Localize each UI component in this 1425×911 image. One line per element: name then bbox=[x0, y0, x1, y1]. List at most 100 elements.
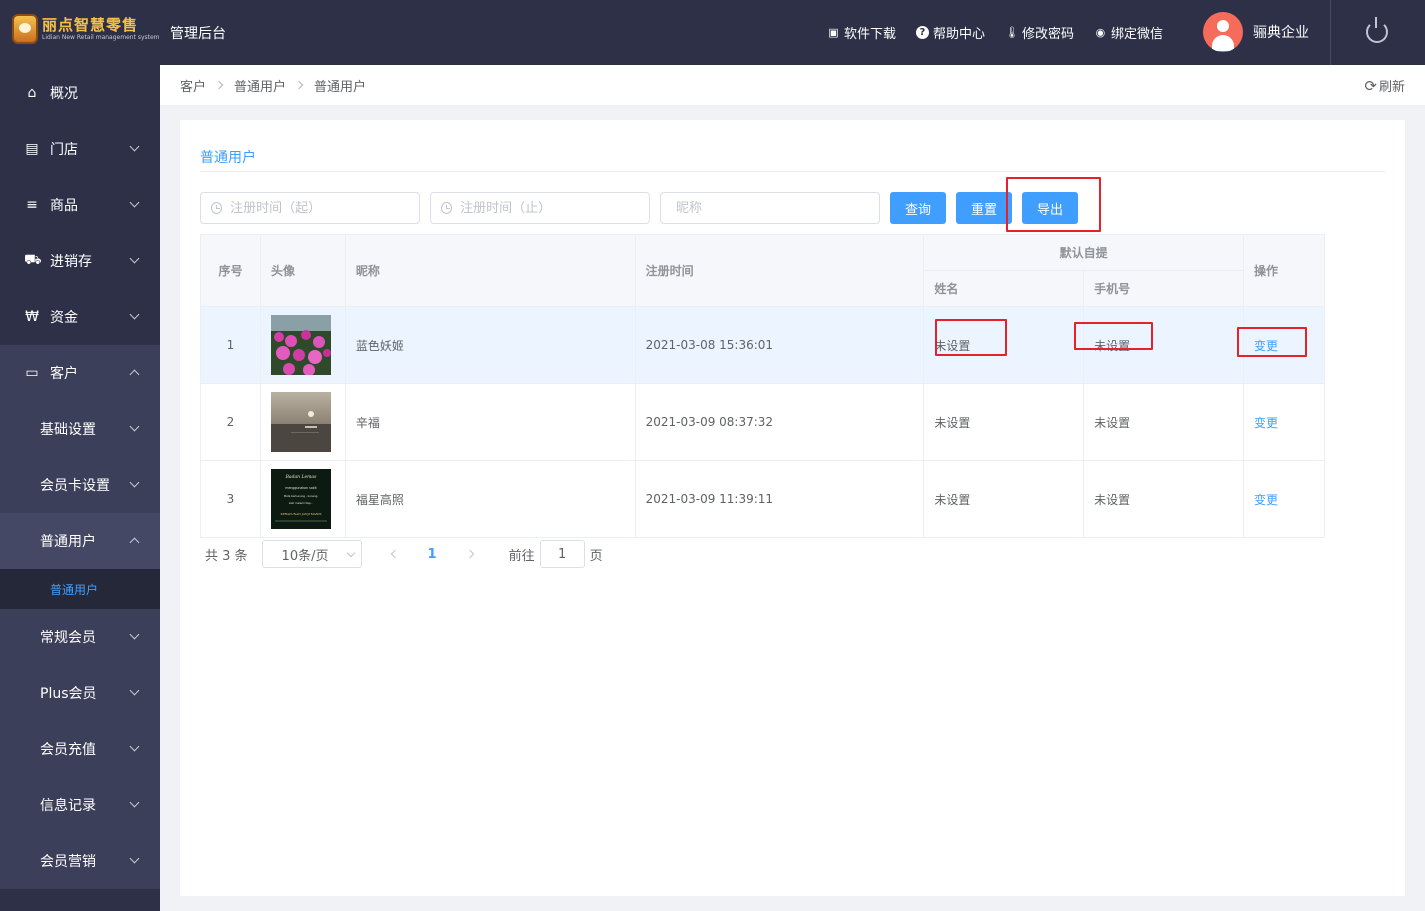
column-header-avatar: 头像 bbox=[259, 234, 346, 307]
sidebar-item-basic-settings[interactable]: 基础设置 bbox=[0, 401, 160, 457]
chevron-down-icon bbox=[129, 853, 140, 864]
breadcrumb-item: 普通用户 bbox=[314, 79, 367, 95]
nickname-input[interactable] bbox=[676, 200, 879, 216]
sidebar-item-regular-users-leaf[interactable]: 普通用户 bbox=[0, 569, 160, 609]
nickname-field[interactable] bbox=[660, 192, 880, 224]
nickname-cell: 福星高照 bbox=[344, 460, 636, 538]
column-header-default-pickup: 默认自提 bbox=[923, 234, 1245, 271]
chevron-down-icon bbox=[129, 477, 140, 488]
page-size-select[interactable]: 10条/页 bbox=[261, 540, 362, 568]
goto-label: 前往 bbox=[508, 548, 535, 564]
sidebar: ⌂ 概况 ▤ 门店 ≡ 商品 ⛟ 进销存 ₩ 资金 ▭ 客户 基础设置 会员卡设… bbox=[0, 65, 160, 911]
change-password-link[interactable]: 🌡 修改密码 bbox=[1005, 23, 1074, 42]
reg-end-date-picker[interactable] bbox=[430, 192, 650, 224]
name-cell: 未设置 bbox=[923, 383, 1085, 461]
chevron-right-icon bbox=[294, 80, 304, 89]
id-card-icon: ▭ bbox=[25, 365, 39, 381]
card-text: KERACUNAN JANJI MANIS bbox=[280, 512, 321, 516]
reg-end-input[interactable] bbox=[460, 200, 649, 216]
refresh-icon: ⟳ bbox=[1364, 76, 1377, 95]
chevron-down-icon bbox=[129, 309, 140, 320]
truck-icon: ⛟ bbox=[24, 252, 42, 268]
row-index: 3 bbox=[200, 460, 261, 538]
reg-start-date-picker[interactable] bbox=[200, 192, 420, 224]
avatar-cell bbox=[259, 383, 346, 461]
users-table: 序号 头像 昵称 注册时间 默认自提 操作 姓名 手机号 1 蓝色妖姬 2021… bbox=[200, 234, 1325, 538]
sidebar-item-overview[interactable]: ⌂ 概况 bbox=[0, 65, 160, 121]
breadcrumb-item[interactable]: 客户 bbox=[180, 76, 206, 95]
software-download-link[interactable]: ▣ 软件下载 bbox=[827, 23, 896, 42]
sidebar-item-regular-users[interactable]: 普通用户 bbox=[0, 513, 160, 569]
reg-start-input[interactable] bbox=[230, 200, 419, 216]
clock-icon bbox=[441, 202, 453, 214]
reset-button[interactable]: 重置 bbox=[956, 192, 1012, 224]
sidebar-item-info-records[interactable]: 信息记录 bbox=[0, 777, 160, 833]
breadcrumb-item[interactable]: 普通用户 bbox=[234, 76, 286, 95]
chevron-down-icon bbox=[129, 685, 140, 696]
flower-photo bbox=[270, 315, 331, 375]
row-index: 2 bbox=[200, 383, 261, 461]
help-center-link[interactable]: ? 帮助中心 bbox=[915, 23, 985, 42]
chevron-down-icon bbox=[129, 421, 140, 432]
won-icon: ₩ bbox=[25, 309, 39, 325]
next-page-button[interactable] bbox=[465, 549, 474, 559]
logo-subtitle: Lidian New Retail management system bbox=[42, 34, 160, 41]
change-link[interactable]: 变更 bbox=[1254, 416, 1278, 430]
chevron-down-icon bbox=[129, 253, 140, 264]
query-button[interactable]: 查询 bbox=[890, 192, 946, 224]
sidebar-item-normal-members[interactable]: 常规会员 bbox=[0, 609, 160, 665]
change-link[interactable]: 变更 bbox=[1254, 339, 1278, 353]
page-number[interactable]: 1 bbox=[428, 547, 437, 562]
phone-cell: 未设置 bbox=[1083, 460, 1245, 538]
bind-wechat-link[interactable]: ◉ 绑定微信 bbox=[1094, 23, 1163, 42]
header-divider bbox=[1330, 0, 1331, 65]
row-index: 1 bbox=[200, 306, 261, 384]
breadcrumb-bar: 客户 普通用户 普通用户 ⟳ 刷新 bbox=[160, 65, 1425, 105]
column-header-nickname: 昵称 bbox=[344, 234, 636, 307]
sidebar-item-store[interactable]: ▤ 门店 bbox=[0, 121, 160, 177]
prev-page-button[interactable] bbox=[390, 549, 399, 559]
change-link[interactable]: 变更 bbox=[1254, 493, 1278, 507]
total-count: 共 3 条 bbox=[205, 548, 248, 564]
sidebar-item-goods[interactable]: ≡ 商品 bbox=[0, 177, 160, 233]
reg-time-cell: 2021-03-08 15:36:01 bbox=[634, 306, 925, 384]
column-header-index: 序号 bbox=[200, 234, 261, 307]
avatar bbox=[1203, 12, 1243, 52]
nickname-cell: 蓝色妖姬 bbox=[344, 306, 636, 384]
export-button[interactable]: 导出 bbox=[1022, 192, 1078, 224]
reg-time-cell: 2021-03-09 11:39:11 bbox=[634, 460, 925, 538]
app-title: 管理后台 bbox=[170, 26, 226, 42]
goto-page-input[interactable]: 1 bbox=[539, 540, 585, 568]
power-icon[interactable] bbox=[1366, 17, 1388, 43]
breadcrumb: 客户 普通用户 普通用户 bbox=[180, 76, 366, 95]
table-row: 2 辛福 2021-03-09 08:37:32 未设置 未设置 变更 bbox=[200, 383, 1325, 461]
name-cell: 未设置 bbox=[923, 306, 1085, 384]
user-name: 骊典企业 bbox=[1253, 25, 1309, 41]
page-title: 普通用户 bbox=[200, 150, 256, 166]
logo[interactable]: 丽点智慧零售 Lidian New Retail management syst… bbox=[12, 14, 160, 44]
sidebar-item-customer[interactable]: ▭ 客户 bbox=[0, 345, 160, 401]
refresh-button[interactable]: ⟳ 刷新 bbox=[1364, 76, 1405, 96]
column-header-reg-time: 注册时间 bbox=[634, 234, 925, 307]
sidebar-item-funds[interactable]: ₩ 资金 bbox=[0, 289, 160, 345]
table-row: 3 Badan Lemas menggunakan sakit Mata ber… bbox=[200, 460, 1325, 538]
card-text: Badan Lemas bbox=[285, 474, 317, 480]
card-text: Mata berkunang - kunang, bbox=[284, 494, 318, 498]
chevron-up-icon bbox=[129, 537, 140, 548]
phone-cell: 未设置 bbox=[1083, 383, 1245, 461]
sidebar-item-inventory[interactable]: ⛟ 进销存 bbox=[0, 233, 160, 289]
column-header-phone: 手机号 bbox=[1083, 270, 1245, 307]
user-menu[interactable]: 骊典企业 bbox=[1203, 12, 1309, 52]
sidebar-item-plus-members[interactable]: Plus会员 bbox=[0, 665, 160, 721]
sidebar-item-member-recharge[interactable]: 会员充值 bbox=[0, 721, 160, 777]
sidebar-item-member-marketing[interactable]: 会员营销 bbox=[0, 833, 160, 889]
table-row: 1 蓝色妖姬 2021-03-08 15:36:01 未设置 未设置 变更 bbox=[200, 306, 1325, 384]
top-bar: 丽点智慧零售 Lidian New Retail management syst… bbox=[0, 0, 1425, 65]
column-header-name: 姓名 bbox=[923, 270, 1085, 307]
chevron-right-icon bbox=[214, 80, 224, 89]
wechat-icon: ◉ bbox=[1095, 26, 1106, 39]
chevron-down-icon bbox=[129, 197, 140, 208]
sidebar-item-member-card-settings[interactable]: 会员卡设置 bbox=[0, 457, 160, 513]
chevron-down-icon bbox=[346, 548, 355, 558]
chevron-down-icon bbox=[129, 629, 140, 640]
